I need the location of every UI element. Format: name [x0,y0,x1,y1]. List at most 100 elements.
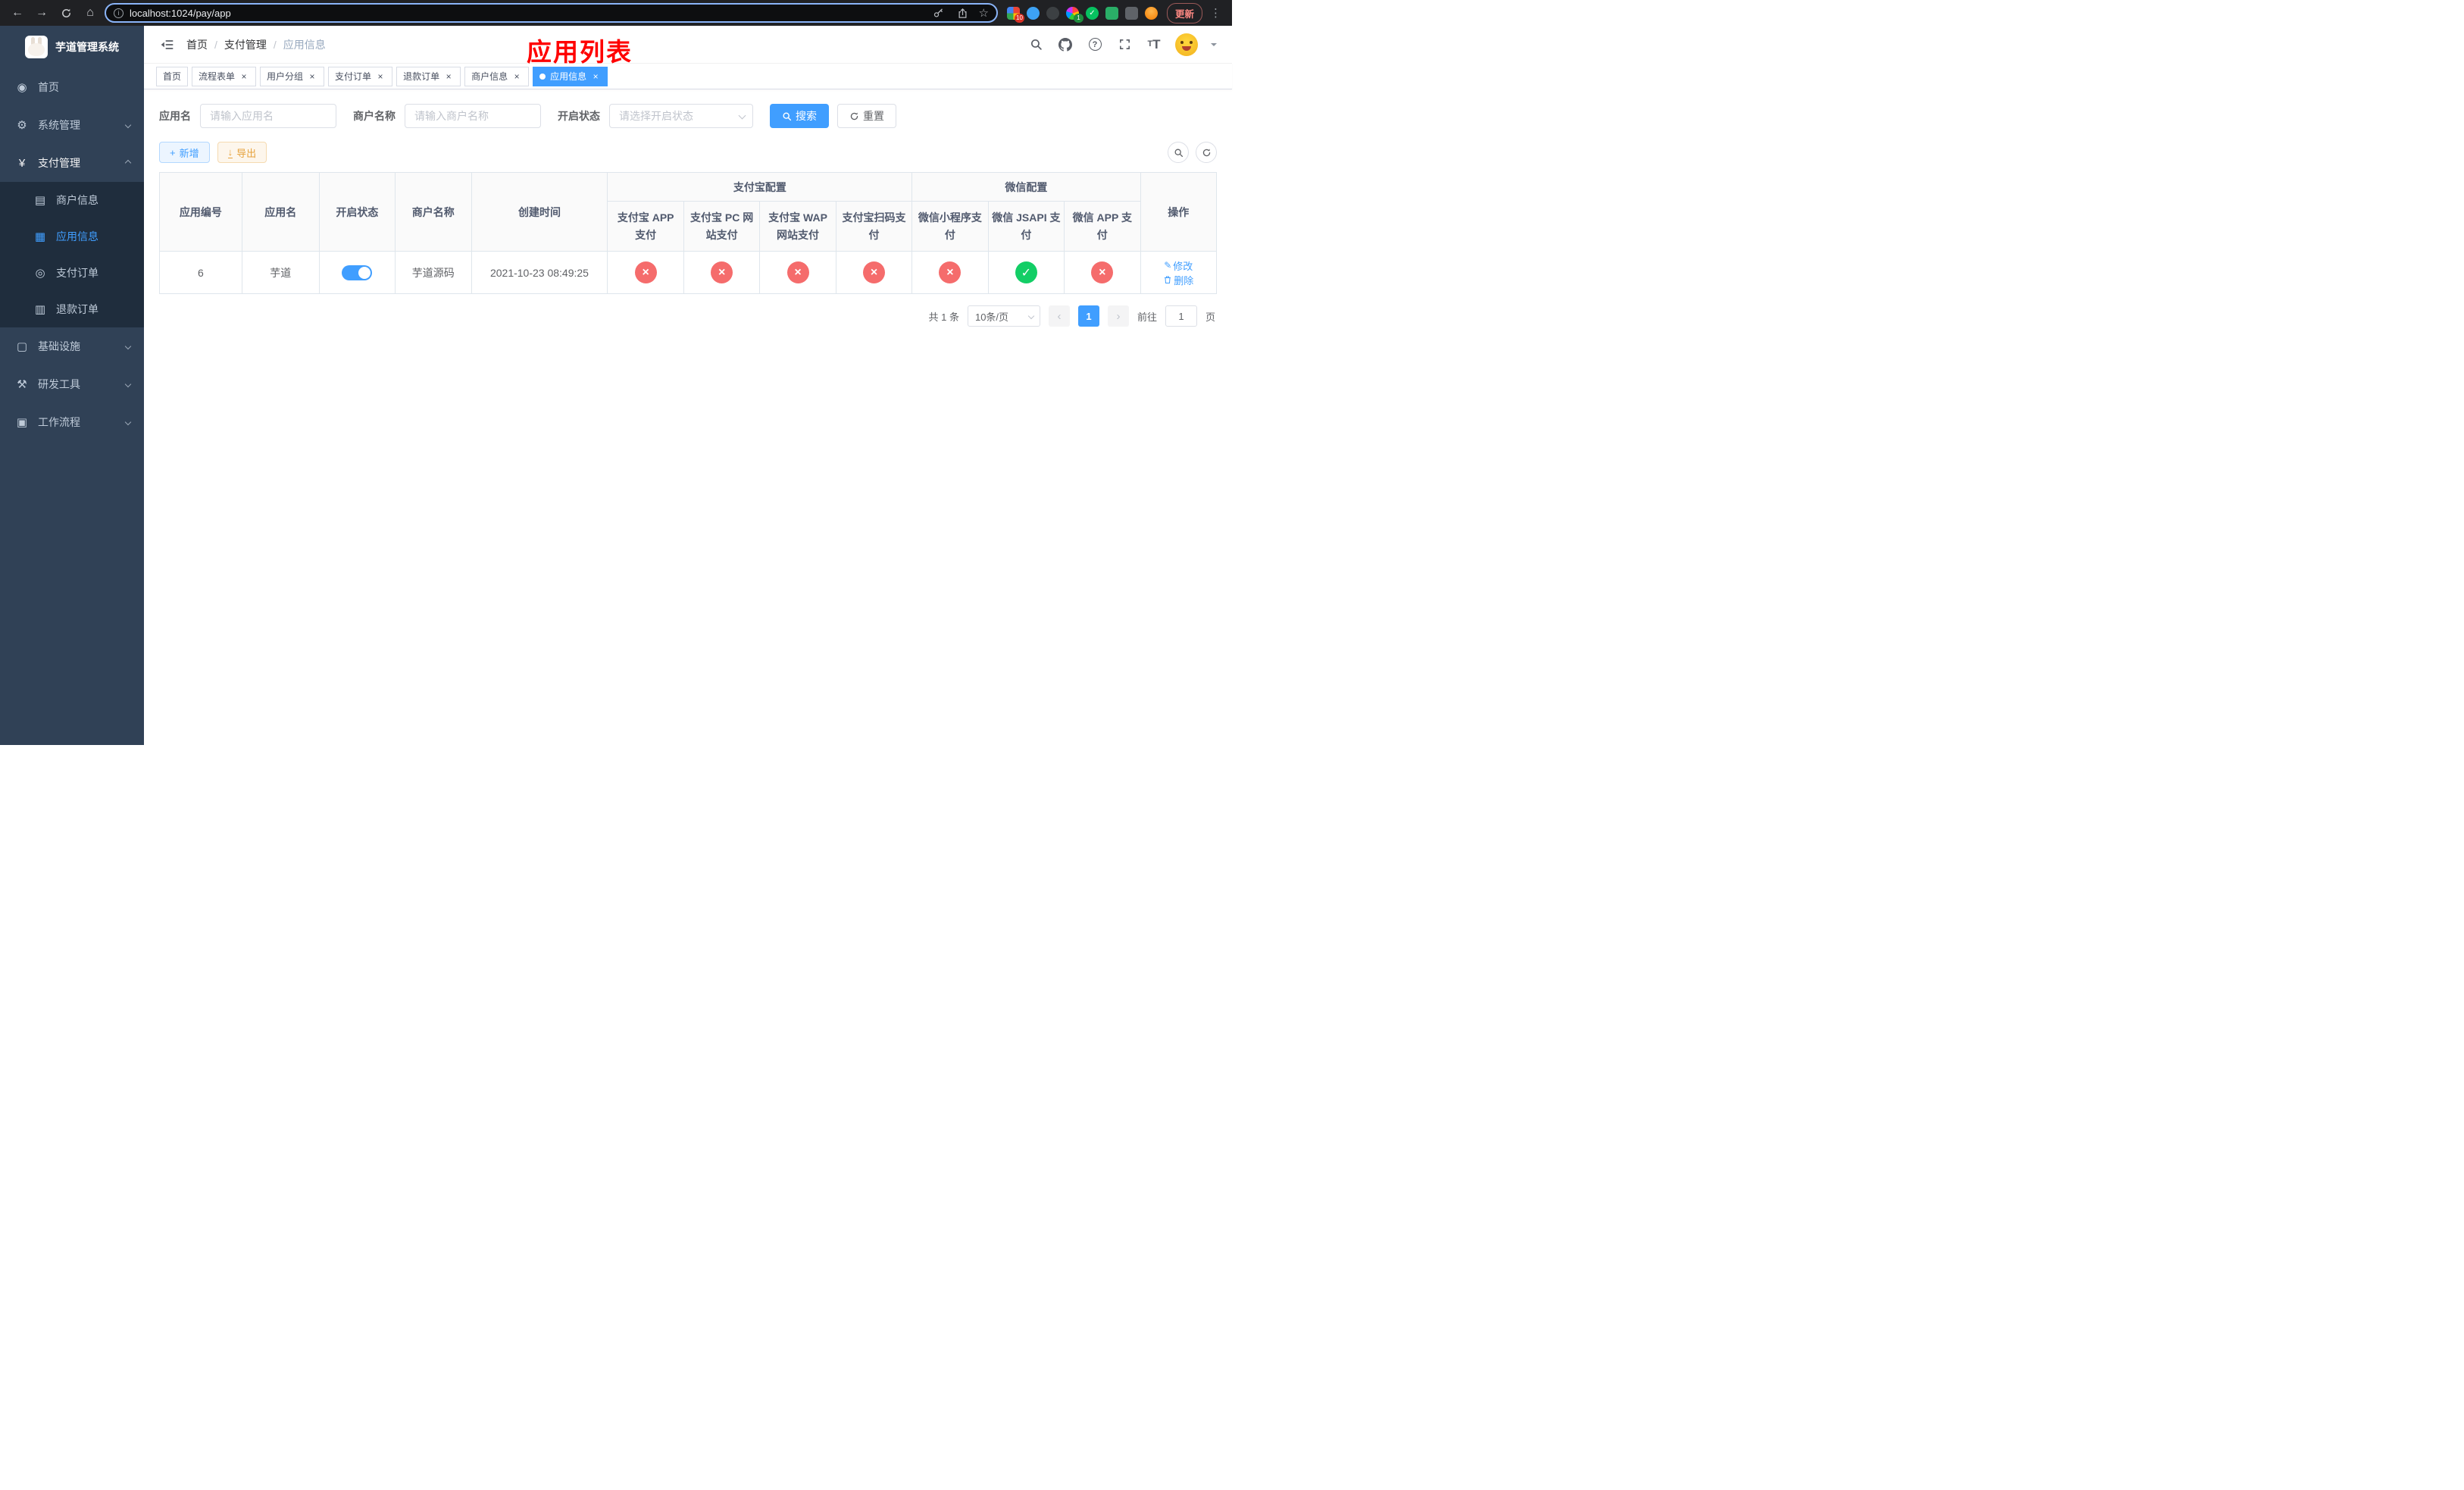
sidebar-item-label: 支付管理 [38,157,80,169]
breadcrumb-current: 应用信息 [283,38,326,51]
extension-icon-blue-drop[interactable] [1026,6,1040,20]
share-icon[interactable] [955,5,971,21]
close-icon[interactable]: × [443,71,454,82]
sidebar-item-devtools[interactable]: ⚒ 研发工具 [0,365,144,403]
status-icon: × [939,261,962,283]
sidebar-item-label: 应用信息 [56,230,98,243]
page-size-select[interactable]: 10条/页 [967,305,1040,327]
user-avatar[interactable] [1175,33,1198,56]
chevron-down-icon [124,380,132,388]
breadcrumb-payment[interactable]: 支付管理 [224,37,283,52]
goto-page-input[interactable] [1165,305,1197,327]
cell-merchant: 芋道源码 [395,251,472,294]
close-icon[interactable]: × [375,71,386,82]
page-annotation: 应用列表 [527,38,633,66]
sidebar-item-label: 系统管理 [38,119,80,131]
browser-back-button[interactable]: ← [8,3,27,23]
top-navbar: 首页 支付管理 应用信息 应用列表 ? TT [144,26,1232,66]
page-number-button[interactable]: 1 [1077,305,1099,327]
address-bar[interactable]: i localhost:1024/pay/app ☆ [105,3,998,23]
tab-merchant-info[interactable]: 商户信息 × [464,66,530,86]
cell-app-id: 6 [159,251,242,294]
delete-link[interactable]: 删除 [1163,273,1193,287]
tab-app-info[interactable]: 应用信息 × [533,66,608,86]
tab-pay-order[interactable]: 支付订单 × [328,66,393,86]
extension-icon-green-chat[interactable] [1105,6,1118,20]
avatar-caret-icon[interactable] [1211,42,1217,49]
tab-refund-order[interactable]: 退款订单 × [396,66,461,86]
close-icon[interactable]: × [511,71,522,82]
sidebar-item-refund-order[interactable]: ▥ 退款订单 [0,291,144,327]
chevron-down-icon [124,121,132,129]
reset-button[interactable]: 重置 [837,104,896,128]
toggle-knob [358,266,371,279]
sidebar-item-payment[interactable]: ¥ 支付管理 [0,144,144,182]
extension-badge: 1 [1073,13,1083,23]
reload-icon [61,8,70,17]
add-button[interactable]: + 新增 [159,142,210,163]
font-size-icon[interactable]: TT [1146,36,1162,53]
search-icon [783,111,792,121]
help-icon[interactable]: ? [1087,36,1103,53]
credit-card-icon: ▤ [34,194,46,207]
extension-icon-green-check[interactable]: ✓ [1085,6,1099,20]
browser-menu-icon[interactable]: ⋮ [1207,6,1224,20]
enabled-toggle[interactable] [342,265,373,280]
chrome-update-button[interactable]: 更新 [1166,2,1202,23]
app-name-input[interactable] [200,104,336,128]
extension-badge: 10 [1014,13,1024,23]
edit-link[interactable]: ✎ 修改 [1164,258,1193,273]
bookmark-star-icon[interactable]: ☆ [979,6,989,20]
edit-icon: ✎ [1164,260,1172,271]
browser-reload-button[interactable] [56,3,76,23]
browser-forward-button[interactable]: → [32,3,52,23]
monitor-icon: ▢ [16,340,28,353]
sidebar-item-workflow[interactable]: ▣ 工作流程 [0,403,144,441]
search-button[interactable]: 搜索 [770,104,829,128]
sidebar-item-merchant-info[interactable]: ▤ 商户信息 [0,182,144,218]
col-header-alipay-app: 支付宝 APP 支付 [607,201,684,252]
refresh-table-button[interactable] [1196,142,1217,163]
extension-icon-puzzle[interactable]: 10 [1006,6,1024,23]
sidebar-collapse-button[interactable] [155,32,180,58]
yen-icon: ¥ [18,156,26,170]
tab-home[interactable]: 首页 [156,66,189,86]
app-name-label: 应用名 [159,110,191,122]
breadcrumb-home[interactable]: 首页 [186,37,224,52]
extension-icon-colorful[interactable]: 1 [1065,6,1083,23]
browser-home-button[interactable]: ⌂ [80,3,100,23]
sidebar-item-home[interactable]: ◉ 首页 [0,68,144,106]
group-header-alipay: 支付宝配置 [607,172,913,202]
github-icon[interactable] [1057,36,1074,53]
sidebar-item-app-info[interactable]: ▦ 应用信息 [0,218,144,255]
payment-submenu: ▤ 商户信息 ▦ 应用信息 ◎ 支付订单 ▥ 退款订单 [0,182,144,327]
close-icon[interactable]: × [239,71,249,82]
sidebar: 芋道管理系统 ◉ 首页 ⚙ 系统管理 ¥ 支付管理 ▤ 商户信息 ▦ 应用信息 … [0,26,144,745]
sidebar-item-infrastructure[interactable]: ▢ 基础设施 [0,327,144,365]
url-text[interactable]: localhost:1024/pay/app [130,8,924,19]
close-icon[interactable]: × [307,71,317,82]
table-row: 6 芋道 芋道源码 2021-10-23 08:49:25 × × × × × … [159,251,1218,294]
sidebar-item-system[interactable]: ⚙ 系统管理 [0,106,144,144]
app-logo[interactable]: 芋道管理系统 [0,26,144,68]
export-button[interactable]: ↓ 导出 [217,142,267,163]
extension-icon-dark-circle[interactable] [1046,6,1059,20]
fullscreen-icon[interactable] [1116,36,1133,53]
sidebar-item-label: 工作流程 [38,416,80,428]
toggle-search-button[interactable] [1168,142,1189,163]
password-key-icon[interactable] [930,5,947,21]
status-select[interactable]: 请选择开启状态 [609,104,753,128]
col-header-created: 创建时间 [471,172,608,252]
status-icon: × [711,261,733,283]
extension-icon-gray-puzzle[interactable] [1124,6,1138,20]
page-info-icon[interactable]: i [114,8,124,18]
merchant-name-input[interactable] [405,104,541,128]
sidebar-item-pay-order[interactable]: ◎ 支付订单 [0,255,144,291]
tab-user-group[interactable]: 用户分组 × [260,66,325,86]
extension-icon-emoji[interactable] [1144,6,1158,20]
prev-page-button[interactable]: ‹ [1048,305,1070,327]
tab-process-form[interactable]: 流程表单 × [192,66,257,86]
next-page-button[interactable]: › [1107,305,1129,327]
close-icon[interactable]: × [590,71,601,82]
header-search-icon[interactable] [1027,36,1044,53]
